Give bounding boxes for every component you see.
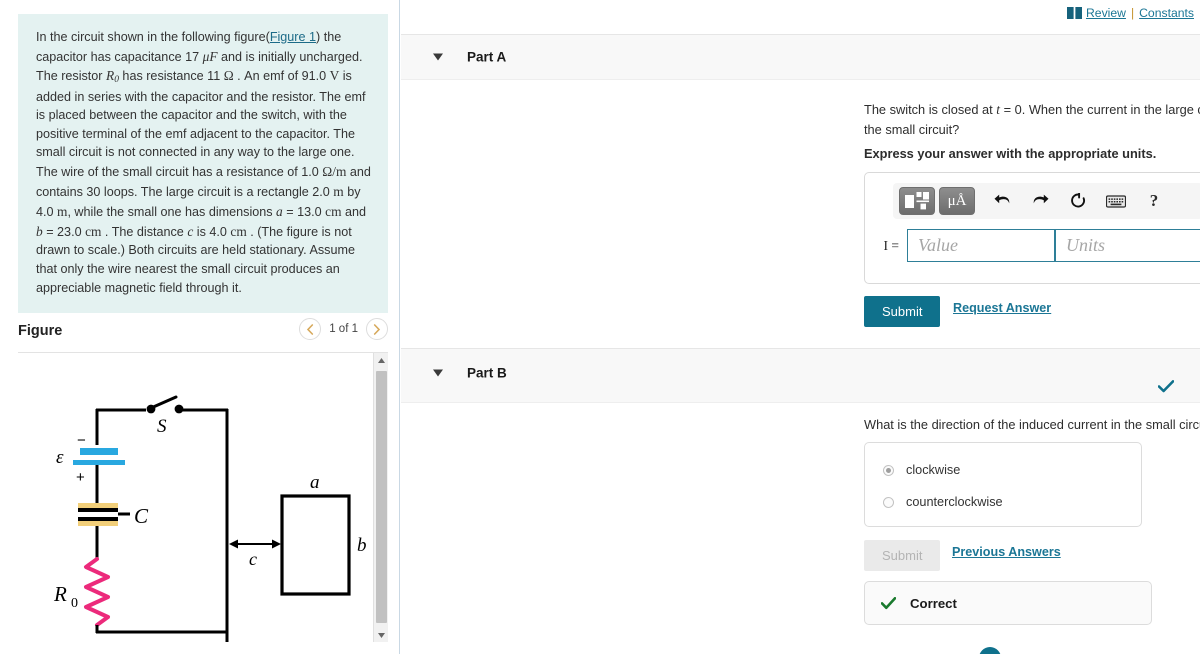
part-a-title: Part A (467, 49, 507, 65)
reset-glyph (1070, 192, 1085, 207)
part-b-submit-button: Submit (864, 540, 941, 571)
part-b-status-badge (1157, 380, 1175, 398)
topbar-separator: | (1130, 6, 1135, 20)
undo-glyph (994, 194, 1009, 203)
units-input[interactable] (1055, 229, 1200, 262)
keyboard-glyph (1106, 194, 1126, 208)
figure-scrollbar[interactable] (373, 353, 388, 642)
part-a-collapse-caret[interactable] (433, 53, 443, 61)
svg-text:C: C (134, 504, 149, 528)
figure-prev-button[interactable] (299, 318, 322, 340)
redo-glyph (1033, 194, 1048, 203)
constants-link[interactable]: Constants (1139, 6, 1194, 20)
figure-1-link[interactable]: Figure 1 (270, 30, 316, 44)
radio-clockwise[interactable] (883, 464, 894, 476)
figure-next-button[interactable] (366, 318, 388, 340)
triangle-up-icon (378, 358, 385, 363)
chevron-left-icon (307, 323, 314, 335)
figure-navigation: 1 of 1 (299, 318, 388, 340)
template-layout-icon[interactable] (899, 187, 935, 215)
circuit-diagram: ε − + C R 0 S a b c (53, 395, 367, 642)
svg-text:b: b (357, 535, 367, 556)
micro-angstrom-units-icon[interactable]: μÅ (939, 187, 975, 215)
part-b-title: Part B (467, 365, 507, 381)
scroll-up-arrow[interactable] (374, 353, 388, 368)
svg-text:−: − (77, 432, 86, 449)
part-b-question: What is the direction of the induced cur… (864, 417, 1200, 432)
triangle-down-icon (378, 633, 385, 638)
correct-check-icon (881, 596, 896, 609)
svg-text:0: 0 (71, 596, 78, 611)
answer-input-row: I = (877, 229, 1200, 262)
scrollbar-thumb[interactable] (376, 371, 387, 623)
left-problem-panel: In the circuit shown in the following fi… (0, 0, 400, 654)
undo-icon[interactable] (987, 187, 1017, 215)
check-icon (1157, 380, 1175, 393)
svg-text:a: a (310, 472, 320, 493)
figure-viewport: ε − + C R 0 S a b c (18, 352, 388, 642)
svg-text:S: S (157, 416, 167, 437)
feedback-text: Correct (910, 595, 957, 611)
open-book-icon (1066, 7, 1082, 19)
part-a-instruction: Express your answer with the appropriate… (864, 146, 1157, 161)
help-icon[interactable]: ? (1139, 187, 1169, 215)
choice-clockwise[interactable]: clockwise (883, 463, 960, 477)
part-b-collapse-caret[interactable] (433, 369, 443, 377)
right-answer-panel: Review | Constants Part A The switch is … (401, 0, 1200, 654)
part-a-header[interactable]: Part A (401, 34, 1200, 80)
scroll-down-arrow[interactable] (374, 628, 388, 642)
choice-counterclockwise-label: counterclockwise (906, 495, 1003, 509)
chevron-right-icon (373, 323, 381, 335)
choice-clockwise-label: clockwise (906, 463, 961, 477)
part-b-feedback-box: Correct (864, 581, 1152, 625)
figure-header: Figure 1 of 1 (18, 318, 388, 352)
problem-statement-text: In the circuit shown in the following fi… (18, 14, 388, 314)
svg-text:+: + (76, 469, 85, 486)
page-root: In the circuit shown in the following fi… (0, 0, 1200, 654)
previous-answers-link[interactable]: Previous Answers (952, 545, 1061, 559)
choice-counterclockwise[interactable]: counterclockwise (883, 495, 1003, 509)
svg-text:c: c (249, 549, 257, 569)
svg-text:ε: ε (56, 447, 64, 468)
reset-icon[interactable] (1063, 187, 1093, 215)
answer-toolbar: μÅ ? (893, 183, 1200, 219)
bottom-floating-button[interactable] (979, 647, 1001, 654)
part-a-question: The switch is closed at t = 0. When the … (864, 102, 1200, 138)
figure-title: Figure (18, 323, 63, 339)
keyboard-icon[interactable] (1101, 187, 1131, 215)
top-links-bar: Review | Constants (1066, 6, 1194, 20)
figure-counter: 1 of 1 (329, 323, 358, 335)
radio-counterclockwise[interactable] (883, 496, 894, 508)
part-a-answer-box: μÅ ? I = Value Units (864, 172, 1200, 284)
part-b-header[interactable]: Part B (401, 348, 1200, 403)
svg-text:R: R (53, 582, 67, 606)
redo-icon[interactable] (1025, 187, 1055, 215)
template-layout-glyph (905, 192, 929, 210)
part-a-submit-button[interactable]: Submit (864, 296, 941, 327)
part-b-choice-group: clockwise counterclockwise (864, 442, 1142, 527)
request-answer-link[interactable]: Request Answer (953, 301, 1051, 315)
value-input[interactable] (907, 229, 1055, 262)
units-button-label: μÅ (947, 192, 967, 209)
answer-variable-label: I = (883, 237, 899, 253)
review-link[interactable]: Review (1086, 6, 1126, 20)
